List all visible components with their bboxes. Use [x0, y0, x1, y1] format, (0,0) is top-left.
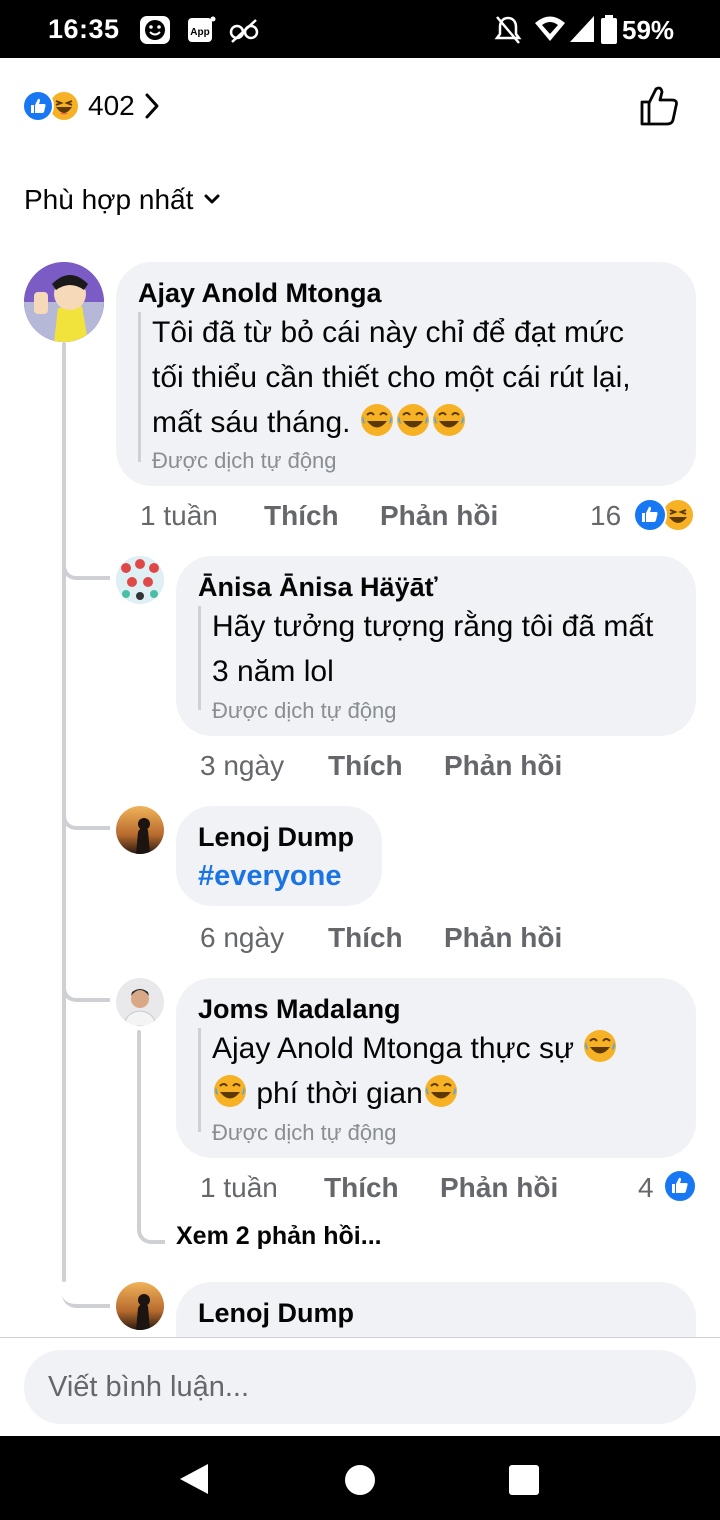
like-button[interactable]: Thích	[328, 750, 403, 782]
thread-connector	[62, 1266, 110, 1308]
avatar[interactable]	[24, 262, 104, 342]
comment-reaction-count[interactable]: 16	[590, 500, 621, 532]
comment-text: Tôi đã từ bỏ cái này chỉ để đạt mức tối …	[152, 316, 631, 439]
sort-label: Phù hợp nhất	[24, 184, 194, 215]
comment-bubble[interactable]: Joms Madalang Ajay Anold Mtonga thực sự …	[176, 978, 696, 1158]
like-reaction-icon[interactable]	[662, 1168, 698, 1204]
chevron-right-icon	[145, 93, 159, 119]
hashtag-link[interactable]: #everyone	[198, 860, 342, 893]
mute-icon	[494, 16, 522, 44]
sort-dropdown[interactable]: Phù hợp nhất	[24, 184, 221, 216]
auto-translated-label[interactable]: Được dịch tự động	[212, 1120, 397, 1146]
laughing-crying-emoji-icon	[584, 1030, 617, 1062]
like-button[interactable]: Thích	[328, 922, 403, 954]
comment-time[interactable]: 1 tuần	[140, 500, 218, 532]
face-notification-icon	[140, 16, 170, 44]
like-thumb-icon[interactable]	[636, 84, 682, 128]
comment-composer[interactable]	[24, 1350, 696, 1424]
recents-nav-icon[interactable]	[508, 1464, 540, 1496]
comment-time[interactable]: 1 tuần	[200, 1172, 278, 1204]
quote-bar	[198, 1028, 201, 1132]
chevron-down-icon	[204, 194, 220, 204]
composer-divider	[0, 1337, 720, 1338]
laughing-crying-emoji-icon	[424, 1075, 457, 1107]
auto-translated-label[interactable]: Được dịch tự động	[212, 698, 397, 724]
back-nav-icon[interactable]	[178, 1462, 210, 1496]
comment-reactions-icon[interactable]	[630, 497, 698, 533]
comment-input[interactable]	[48, 1350, 668, 1424]
app-notification-icon: App	[188, 16, 216, 42]
reply-thread-line	[137, 1030, 141, 1230]
reply-thread-connector	[137, 1210, 165, 1244]
comment-bubble[interactable]: Ajay Anold Mtonga Tôi đã từ bỏ cái này c…	[116, 262, 696, 486]
auto-translated-label[interactable]: Được dịch tự động	[152, 448, 337, 474]
comment-time[interactable]: 6 ngày	[200, 922, 284, 954]
status-bar: 16:35 App 59%	[0, 0, 720, 58]
svg-text:App: App	[190, 27, 209, 38]
quote-bar	[138, 312, 141, 462]
wifi-icon	[535, 16, 565, 41]
reply-button[interactable]: Phản hồi	[444, 922, 562, 954]
thread-connector	[62, 790, 110, 830]
comment-author[interactable]: Ajay Anold Mtonga	[138, 278, 382, 309]
reply-button[interactable]: Phản hồi	[440, 1172, 558, 1204]
laughing-crying-emoji-icon	[360, 404, 393, 436]
home-nav-icon[interactable]	[344, 1464, 376, 1496]
avatar[interactable]	[116, 806, 164, 854]
comment-author[interactable]: Ānisa Ānisa Häÿāť	[198, 572, 438, 603]
comment-text: Hãy tưởng tượng rằng tôi đã mất 3 năm lo…	[212, 610, 654, 688]
no-signal-icon	[229, 19, 259, 43]
status-time: 16:35	[48, 14, 120, 44]
view-more-replies-link[interactable]: Xem 2 phản hồi...	[176, 1222, 382, 1251]
comment-author[interactable]: Joms Madalang	[198, 994, 401, 1025]
thread-connector	[62, 962, 110, 1002]
battery-percent: 59%	[622, 15, 675, 45]
battery-icon	[601, 15, 617, 44]
avatar[interactable]	[116, 556, 164, 604]
comment-bubble[interactable]: Lenoj Dump #everyone	[176, 806, 382, 906]
comment-author[interactable]: Lenoj Dump	[198, 822, 354, 853]
comment-author[interactable]: Lenoj Dump	[198, 1298, 354, 1329]
thread-connector	[62, 540, 110, 580]
avatar[interactable]	[116, 1282, 164, 1330]
laughing-crying-emoji-icon	[432, 404, 465, 436]
like-button[interactable]: Thích	[324, 1172, 399, 1204]
like-reaction-icon	[22, 90, 54, 122]
like-button[interactable]: Thích	[264, 500, 339, 532]
laughing-crying-emoji-icon	[396, 404, 429, 436]
laughing-crying-emoji-icon	[214, 1075, 246, 1107]
reply-button[interactable]: Phản hồi	[444, 750, 562, 782]
comment-reaction-count[interactable]: 4	[638, 1172, 654, 1204]
reply-button[interactable]: Phản hồi	[380, 500, 498, 532]
cell-signal-icon	[570, 16, 594, 42]
quote-bar	[198, 606, 201, 710]
comment-text: Ajay Anold Mtonga thực sự phí thời gian	[212, 1026, 692, 1116]
system-nav-bar	[0, 1436, 720, 1520]
avatar[interactable]	[116, 978, 164, 1026]
reaction-summary[interactable]: 402	[22, 86, 161, 126]
comment-time[interactable]: 3 ngày	[200, 750, 284, 782]
comment-bubble[interactable]: Ānisa Ānisa Häÿāť Hãy tưởng tượng rằng t…	[176, 556, 696, 736]
reaction-count: 402	[88, 90, 135, 121]
